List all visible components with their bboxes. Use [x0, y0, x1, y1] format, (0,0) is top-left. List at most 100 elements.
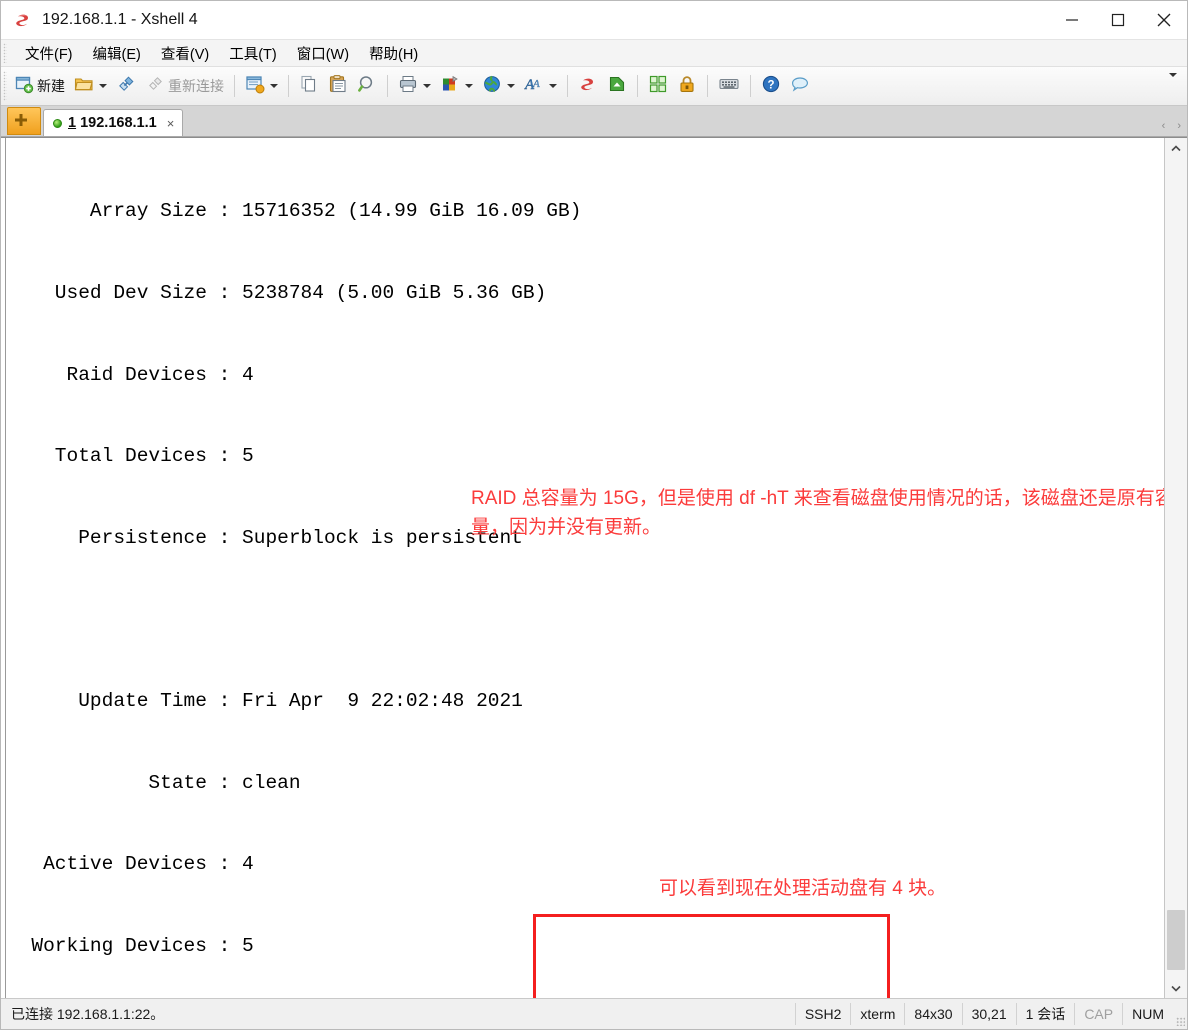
tile-windows-button[interactable] — [645, 72, 671, 100]
find-icon — [357, 74, 377, 99]
toolbar-separator-4 — [567, 75, 568, 97]
svg-text:A: A — [532, 78, 540, 90]
window-title: 192.168.1.1 - Xshell 4 — [42, 11, 198, 28]
font-caret-icon[interactable] — [549, 84, 557, 88]
tab-scroll-right-icon[interactable]: › — [1177, 120, 1181, 132]
color-scheme-caret-icon[interactable] — [465, 84, 473, 88]
tab-scroll-left-icon[interactable]: ‹ — [1162, 120, 1166, 132]
new-tab-button[interactable] — [7, 107, 41, 135]
svg-text:?: ? — [767, 79, 774, 91]
toolbar-group-properties — [242, 72, 281, 100]
chat-button[interactable] — [787, 72, 813, 100]
lock-icon — [677, 74, 697, 99]
toolbar-group-layout — [645, 72, 700, 100]
menu-tools[interactable]: 工具(T) — [219, 41, 287, 66]
scrollbar-track[interactable] — [1165, 158, 1187, 978]
connect-button[interactable] — [113, 72, 139, 100]
status-connection: 已连接 192.168.1.1:22。 — [11, 1006, 165, 1022]
toolbar: 新建 重新连接 A A ? — [1, 66, 1187, 106]
menu-file[interactable]: 文件(F) — [15, 41, 83, 66]
print-button[interactable] — [395, 72, 434, 100]
open-folder-icon — [74, 75, 94, 98]
toolbar-separator-5 — [637, 75, 638, 97]
session-properties-icon — [245, 74, 265, 99]
terminal-line: Raid Devices : 4 — [8, 363, 254, 386]
toolbar-group-output: A A — [395, 72, 560, 100]
connection-status-dot-icon — [53, 118, 62, 128]
annotation-raid-capacity: RAID 总容量为 15G，但是使用 df -hT 来查看磁盘使用情况的话，该磁… — [471, 488, 1164, 538]
print-icon — [398, 74, 418, 99]
session-properties-caret-icon[interactable] — [270, 84, 278, 88]
help-button[interactable]: ? — [758, 72, 784, 100]
xftp-button[interactable] — [604, 72, 630, 100]
font-icon: A A — [524, 74, 544, 99]
paste-icon — [328, 74, 348, 99]
session-tab-1[interactable]: 1 192.168.1.1 × — [43, 109, 184, 136]
maximize-button[interactable] — [1095, 1, 1141, 39]
status-size: 84x30 — [904, 1003, 961, 1025]
print-caret-icon[interactable] — [423, 84, 431, 88]
terminal-line: Array Size : 15716352 (14.99 GiB 16.09 G… — [8, 200, 582, 223]
reconnect-label: 重新连接 — [168, 78, 224, 94]
menu-edit[interactable]: 编辑(E) — [83, 41, 151, 66]
toolbar-separator-2 — [288, 75, 289, 97]
open-session-caret-icon[interactable] — [99, 84, 107, 88]
scroll-up-arrow-icon[interactable] — [1165, 138, 1187, 158]
toolbar-group-keyboard — [715, 72, 743, 100]
browser-caret-icon[interactable] — [507, 84, 515, 88]
keyboard-icon — [718, 74, 740, 99]
copy-button[interactable] — [296, 72, 322, 100]
terminal-line: Active Devices : 4 — [8, 853, 254, 876]
keyboard-button[interactable] — [715, 72, 743, 100]
help-icon: ? — [761, 74, 781, 99]
menu-window[interactable]: 窗口(W) — [287, 41, 359, 66]
tab-title: 192.168.1.1 — [80, 115, 157, 131]
resize-grip-icon[interactable] — [1173, 999, 1187, 1029]
xshell-logo-icon — [13, 10, 33, 30]
terminal-line: Update Time : Fri Apr 9 22:02:48 2021 — [8, 689, 523, 712]
tab-index: 1 — [68, 115, 77, 131]
status-cap: CAP — [1074, 1003, 1122, 1025]
tile-windows-icon — [648, 74, 668, 99]
terminal-output[interactable]: Array Size : 15716352 (14.99 GiB 16.09 G… — [6, 138, 1164, 998]
menu-view[interactable]: 查看(V) — [151, 41, 219, 66]
find-button[interactable] — [354, 72, 380, 100]
chat-icon — [790, 74, 810, 99]
paste-button[interactable] — [325, 72, 351, 100]
lock-button[interactable] — [674, 72, 700, 100]
terminal-line: Used Dev Size : 5238784 (5.00 GiB 5.36 G… — [8, 282, 547, 304]
browser-button[interactable] — [479, 72, 518, 100]
terminal-line: Working Devices : 5 — [8, 934, 254, 957]
new-session-label: 新建 — [37, 78, 65, 94]
xshell-button[interactable] — [575, 72, 601, 100]
copy-icon — [299, 74, 319, 99]
annotation-active-disks: 可以看到现在处理活动盘有 4 块。 — [659, 878, 947, 899]
browser-icon — [482, 74, 502, 99]
color-scheme-icon — [440, 74, 460, 99]
color-scheme-button[interactable] — [437, 72, 476, 100]
tab-close-icon[interactable]: × — [167, 117, 175, 130]
status-sessions: 1 会话 — [1015, 1003, 1075, 1025]
new-session-button[interactable]: 新建 — [11, 72, 68, 100]
scrollbar-thumb[interactable] — [1167, 910, 1185, 970]
chevron-down-icon — [1169, 73, 1177, 94]
tab-scroll-controls: ‹ › — [1162, 120, 1181, 132]
minimize-button[interactable] — [1049, 1, 1095, 39]
toolbar-separator-6 — [707, 75, 708, 97]
session-tab-label: 1 192.168.1.1 — [68, 115, 157, 131]
tab-bar: 1 192.168.1.1 × ‹ › — [1, 106, 1187, 137]
session-properties-button[interactable] — [242, 72, 281, 100]
close-button[interactable] — [1141, 1, 1187, 39]
scroll-down-arrow-icon[interactable] — [1165, 978, 1187, 998]
xftp-icon — [607, 74, 627, 99]
toolbar-group-session: 新建 重新连接 — [11, 72, 227, 100]
open-session-button[interactable] — [71, 72, 110, 100]
toolbar-overflow-button[interactable] — [1167, 73, 1177, 95]
font-button[interactable]: A A — [521, 72, 560, 100]
terminal-scrollbar[interactable] — [1164, 138, 1187, 998]
menu-help[interactable]: 帮助(H) — [359, 41, 428, 66]
toolbar-group-edit — [296, 72, 380, 100]
xshell-icon — [578, 74, 598, 99]
terminal-line: Total Devices : 5 — [8, 445, 254, 468]
